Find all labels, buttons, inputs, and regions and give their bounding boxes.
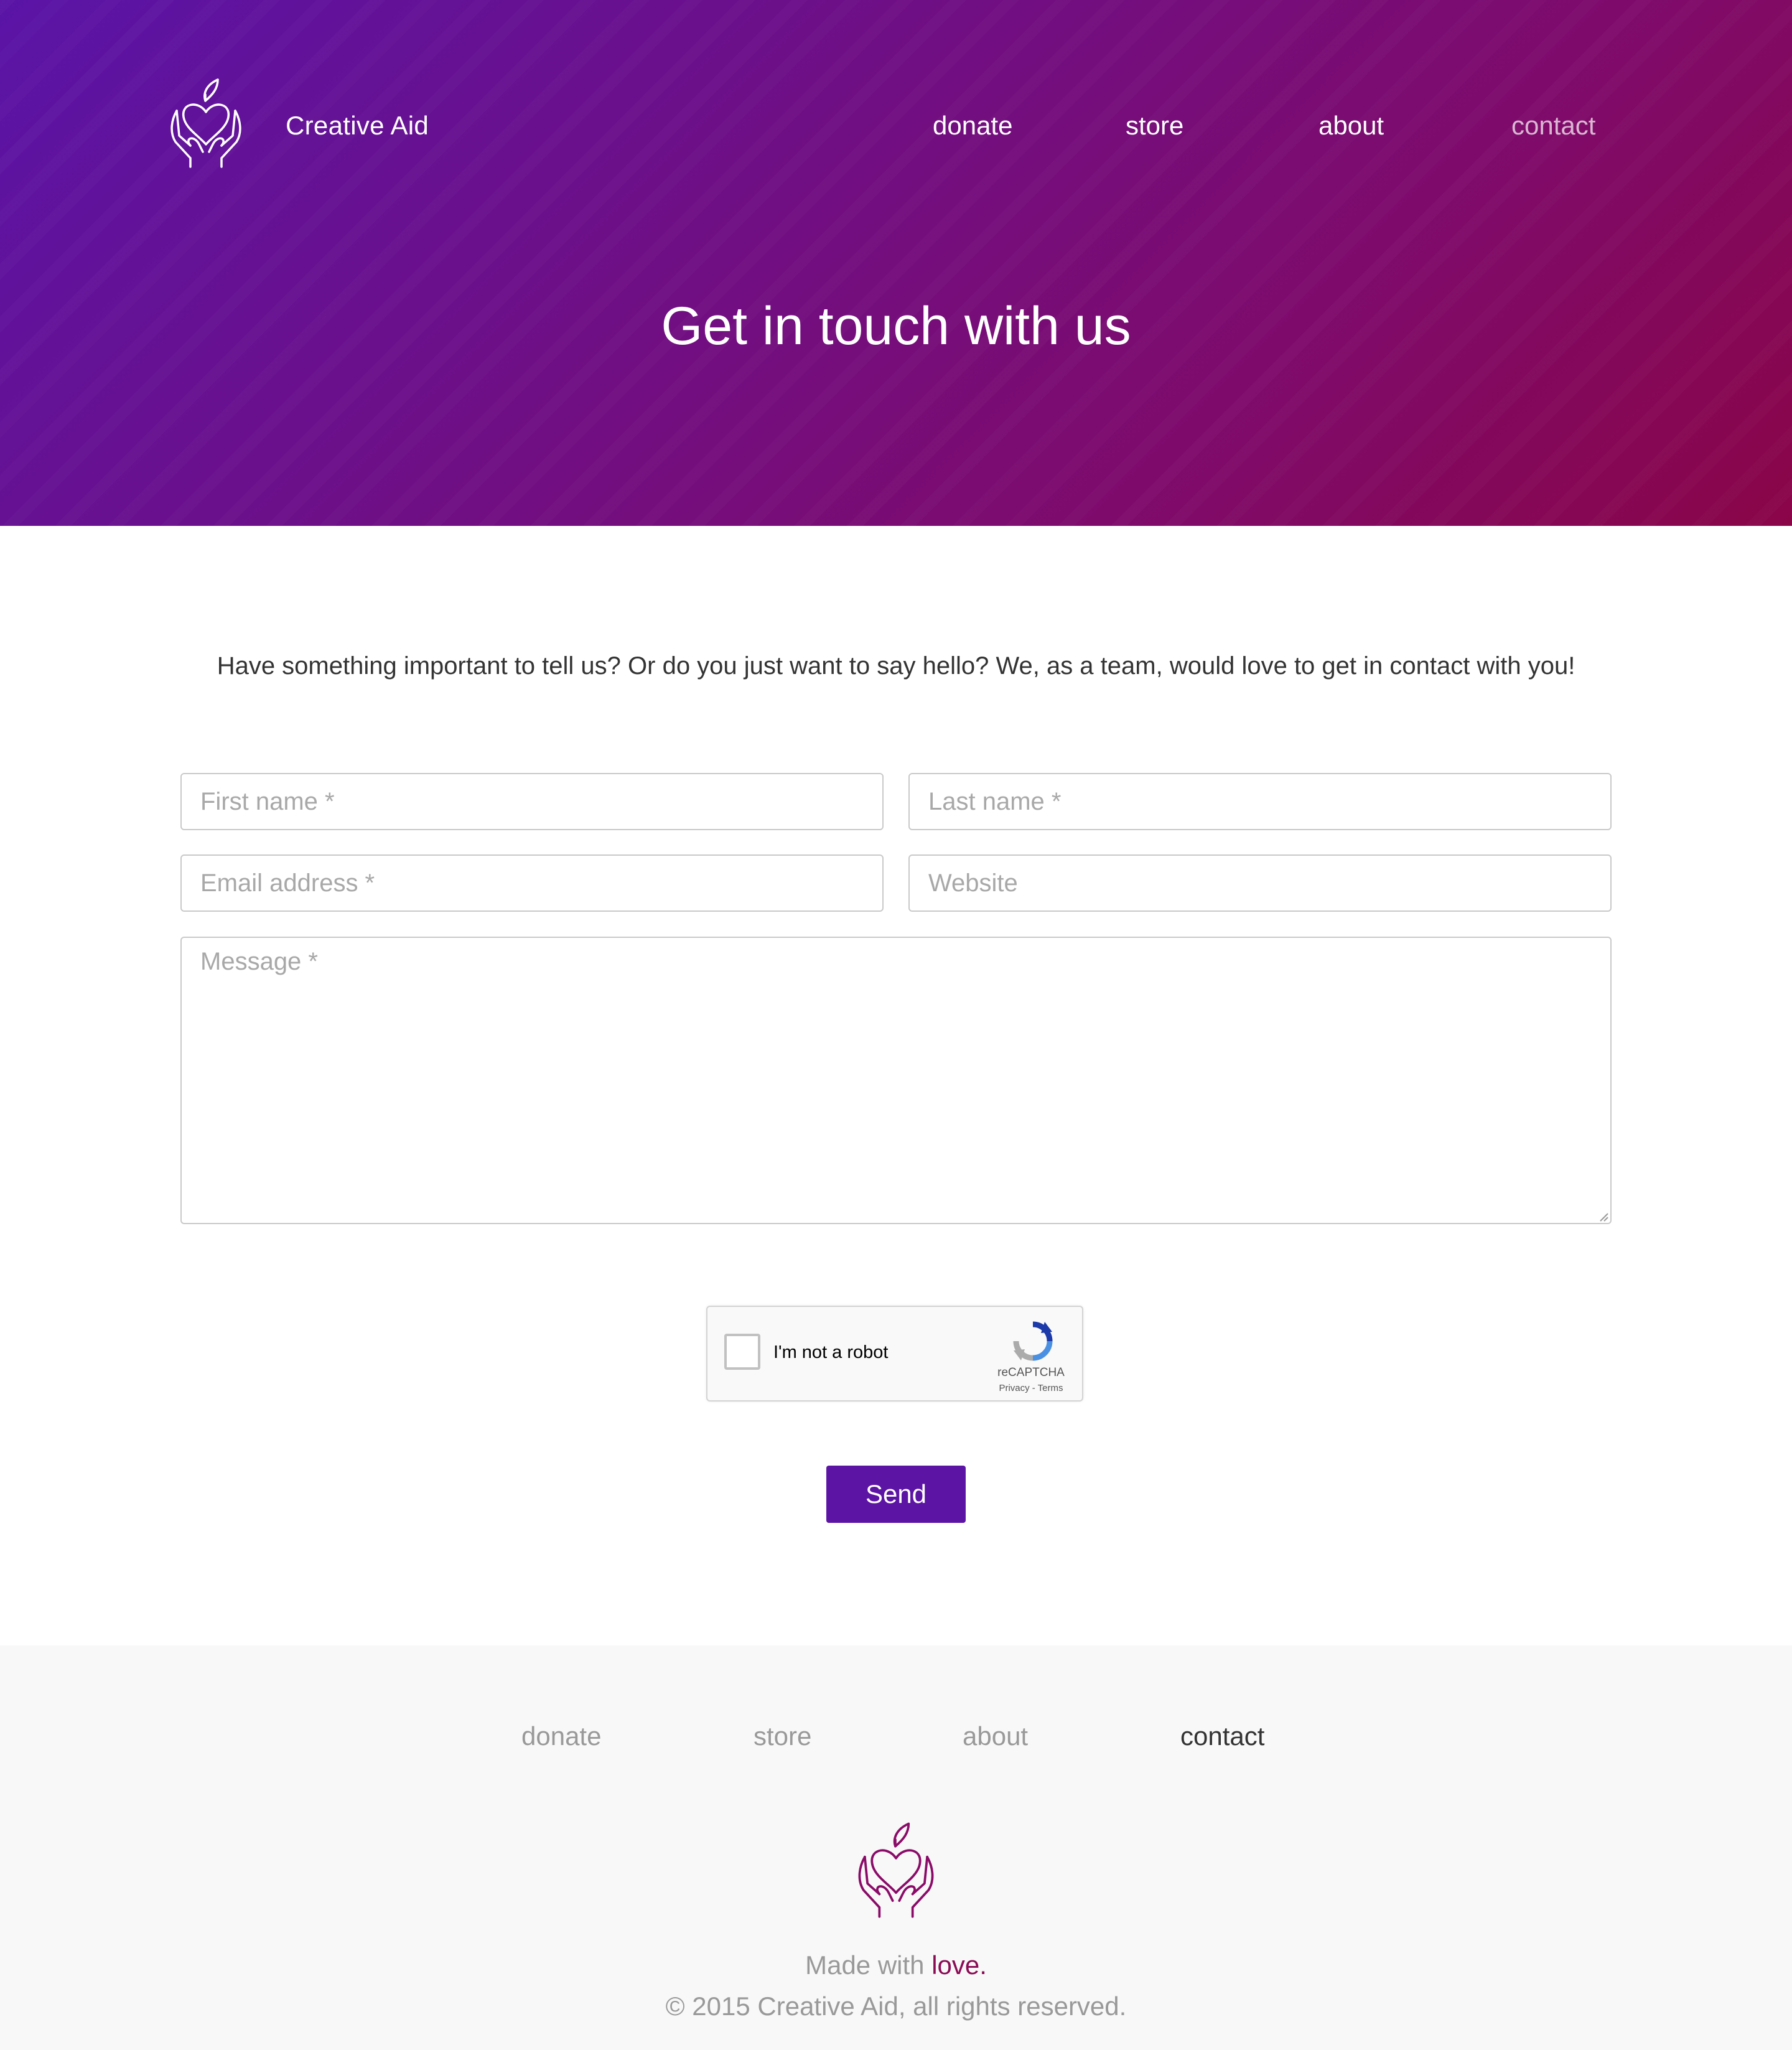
send-button[interactable]: Send (826, 1466, 966, 1523)
nav-contact[interactable]: contact (1511, 111, 1595, 141)
resize-handle-icon[interactable] (1597, 1210, 1609, 1222)
recaptcha-icon (1013, 1321, 1053, 1361)
intro-text: Have something important to tell us? Or … (217, 652, 1575, 680)
love-text: love. (931, 1950, 987, 1980)
main-nav: donate store about contact (0, 111, 1792, 148)
footer: donate store about contact Made with lov… (0, 1645, 1792, 2050)
footer-nav-contact[interactable]: contact (1180, 1721, 1264, 1751)
footer-nav-store[interactable]: store (754, 1721, 811, 1751)
recaptcha-widget: I'm not a robot reCAPTCHA Privacy - Term… (706, 1306, 1083, 1402)
hero-header: Creative Aid donate store about contact … (0, 0, 1792, 526)
recaptcha-brand: reCAPTCHA (997, 1366, 1065, 1379)
footer-nav-donate[interactable]: donate (521, 1721, 601, 1751)
recaptcha-checkbox[interactable] (724, 1334, 760, 1370)
email-input[interactable] (180, 854, 884, 912)
footer-nav-about[interactable]: about (963, 1721, 1028, 1751)
website-input[interactable] (908, 854, 1612, 912)
nav-about[interactable]: about (1318, 111, 1384, 141)
nav-donate[interactable]: donate (933, 111, 1012, 141)
recaptcha-terms-link[interactable]: Privacy - Terms (981, 1383, 1081, 1393)
recaptcha-label: I'm not a robot (773, 1342, 889, 1362)
last-name-input[interactable] (908, 773, 1612, 830)
first-name-input[interactable] (180, 773, 884, 830)
copyright: © 2015 Creative Aid, all rights reserved… (665, 1991, 1127, 2021)
made-with-text: Made with (805, 1950, 932, 1980)
message-textarea[interactable] (180, 937, 1612, 1224)
heart-in-hands-icon (858, 1822, 934, 1918)
page-title: Get in touch with us (661, 296, 1131, 356)
nav-store[interactable]: store (1126, 111, 1183, 141)
made-with-love: Made with love. (0, 1950, 1792, 1980)
